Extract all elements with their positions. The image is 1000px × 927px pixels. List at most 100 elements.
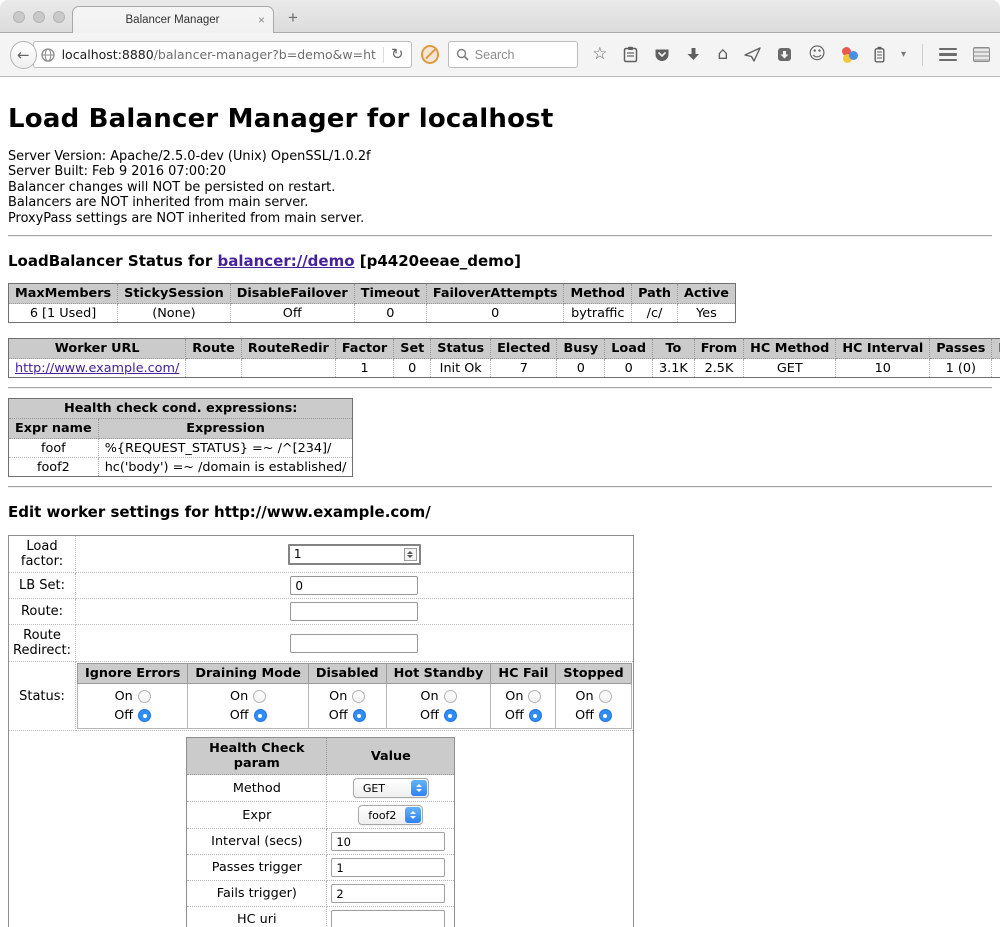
server-info: Server Version: Apache/2.5.0-dev (Unix) …: [8, 149, 992, 226]
browser-window: Balancer Manager × + ← localhost:8880/ba…: [0, 0, 1000, 927]
bookmark-star-icon[interactable]: ☆: [592, 46, 607, 63]
toolbar-separator: [922, 44, 923, 66]
expressions-table: Health check cond. expressions: Expr nam…: [8, 398, 353, 477]
browser-tab[interactable]: Balancer Manager ×: [72, 6, 274, 33]
route-input[interactable]: [290, 602, 418, 621]
stopped-off-radio[interactable]: [599, 709, 612, 722]
route-redirect-input[interactable]: [290, 634, 418, 653]
navigation-toolbar: ← localhost:8880/balancer-manager?b=demo…: [0, 33, 1000, 77]
chat-smiley-icon[interactable]: ☺: [808, 46, 826, 63]
fails-label: Fails trigger): [187, 881, 327, 907]
worker-row: http://www.example.com/ 1 0 Init Ok 7 0 …: [9, 359, 1000, 378]
load-factor-input[interactable]: [288, 544, 421, 565]
table-header-row: Ignore Errors Draining Mode Disabled Hot…: [78, 664, 632, 684]
ignore-errors-on-radio[interactable]: [138, 690, 151, 703]
search-bar[interactable]: [448, 41, 578, 68]
minimize-window-button[interactable]: [33, 11, 45, 23]
table-row: Fails trigger): [187, 881, 455, 907]
status-label: Status:: [9, 662, 76, 731]
search-input[interactable]: [475, 48, 565, 62]
status-row: Status: Ignore Errors Draining Mode Disa…: [9, 662, 634, 731]
reading-list-icon[interactable]: [623, 46, 638, 63]
lb-set-input[interactable]: [290, 576, 418, 595]
table-row: foof %{REQUEST_STATUS} =~ /^[234]/: [9, 439, 353, 458]
fails-input[interactable]: [331, 884, 445, 903]
home-icon[interactable]: ⌂: [717, 46, 728, 63]
server-built-line: Server Built: Feb 9 2016 07:00:20: [8, 164, 992, 179]
stopped-on-radio[interactable]: [599, 690, 612, 703]
health-check-table: Health Check param Value Method GET Expr…: [186, 737, 455, 927]
chevron-down-icon[interactable]: ▾: [901, 49, 906, 60]
interval-label: Interval (secs): [187, 829, 327, 855]
url-bar[interactable]: localhost:8880/balancer-manager?b=demo&w…: [33, 41, 412, 68]
proxypass-note-line: ProxyPass settings are NOT inherited fro…: [8, 211, 992, 226]
inherit-note-line: Balancers are NOT inherited from main se…: [8, 195, 992, 210]
edit-worker-heading: Edit worker settings for http://www.exam…: [8, 503, 992, 521]
divider: [8, 387, 992, 389]
pocket-icon[interactable]: [654, 47, 670, 63]
workers-table: Worker URL Route RouteRedir Factor Set S…: [8, 338, 1000, 378]
form-row: Route:: [9, 599, 634, 625]
divider: [8, 235, 992, 237]
globe-icon: [41, 48, 55, 62]
health-check-row: Health Check param Value Method GET Expr…: [9, 731, 634, 927]
send-plane-icon[interactable]: [744, 47, 761, 62]
disabled-off-radio[interactable]: [353, 709, 366, 722]
status-radio-row: OnOff OnOff OnOff OnOff OnOff OnOff: [78, 684, 632, 729]
close-window-button[interactable]: [13, 11, 25, 23]
table-row: Method GET: [187, 775, 455, 802]
title-bar: Balancer Manager × +: [0, 0, 1000, 33]
route-label: Route:: [9, 599, 76, 625]
passes-label: Passes trigger: [187, 855, 327, 881]
downloads-icon[interactable]: [686, 47, 701, 63]
status-table: Ignore Errors Draining Mode Disabled Hot…: [77, 663, 632, 729]
worker-url-link[interactable]: http://www.example.com/: [15, 361, 179, 376]
table-header-row: Health Check param Value: [187, 738, 455, 775]
expr-select[interactable]: foof2: [358, 805, 423, 825]
reload-icon[interactable]: ↻: [391, 47, 404, 62]
ignore-errors-off-radio[interactable]: [138, 709, 151, 722]
hc-uri-input[interactable]: [331, 910, 445, 927]
search-icon: [456, 48, 469, 61]
table-header-row: MaxMembers StickySession DisableFailover…: [9, 284, 736, 304]
back-button[interactable]: ←: [10, 41, 37, 69]
frame-download-icon[interactable]: [777, 47, 792, 62]
balancer-link[interactable]: balancer://demo: [217, 252, 354, 270]
disabled-on-radio[interactable]: [352, 690, 365, 703]
select-arrows-icon: [411, 780, 427, 796]
new-tab-button[interactable]: +: [288, 8, 298, 28]
toolbar-icons: ☆ ⌂ ☺ ▾: [592, 44, 990, 66]
draining-mode-off-radio[interactable]: [254, 709, 267, 722]
table-header-row: Worker URL Route RouteRedir Factor Set S…: [9, 339, 1000, 359]
expr-label: Expr: [187, 802, 327, 829]
extension-grid-icon[interactable]: [973, 47, 990, 62]
balancer-params-table: MaxMembers StickySession DisableFailover…: [8, 283, 736, 323]
hot-standby-off-radio[interactable]: [444, 709, 457, 722]
form-row: Load factor:: [9, 536, 634, 573]
page-title: Load Balancer Manager for localhost: [8, 104, 992, 134]
hc-fail-on-radio[interactable]: [528, 690, 541, 703]
method-select[interactable]: GET: [353, 778, 429, 798]
table-title-row: Health check cond. expressions:: [9, 399, 353, 419]
draining-mode-on-radio[interactable]: [253, 690, 266, 703]
passes-input[interactable]: [331, 858, 445, 877]
divider: [8, 486, 992, 488]
url-text[interactable]: localhost:8880/balancer-manager?b=demo&w…: [62, 47, 376, 62]
form-row: Route Redirect:: [9, 625, 634, 662]
menu-hamburger-icon[interactable]: [939, 48, 957, 62]
battery-icon[interactable]: [874, 46, 885, 63]
balancer-status-heading: LoadBalancer Status for balancer://demo …: [8, 252, 992, 270]
traffic-lights: [13, 11, 65, 23]
interval-input[interactable]: [331, 832, 445, 851]
urlbar-divider: [383, 47, 384, 63]
color-dots-icon[interactable]: [842, 47, 858, 63]
hot-standby-on-radio[interactable]: [444, 690, 457, 703]
number-stepper[interactable]: [404, 548, 417, 561]
zoom-window-button[interactable]: [53, 11, 65, 23]
hc-fail-off-radio[interactable]: [529, 709, 542, 722]
hc-uri-label: HC uri: [187, 907, 327, 927]
plugin-blocked-icon[interactable]: [421, 45, 439, 64]
tab-close-icon[interactable]: ×: [258, 14, 265, 26]
lb-set-label: LB Set:: [9, 573, 76, 599]
table-row: Passes trigger: [187, 855, 455, 881]
